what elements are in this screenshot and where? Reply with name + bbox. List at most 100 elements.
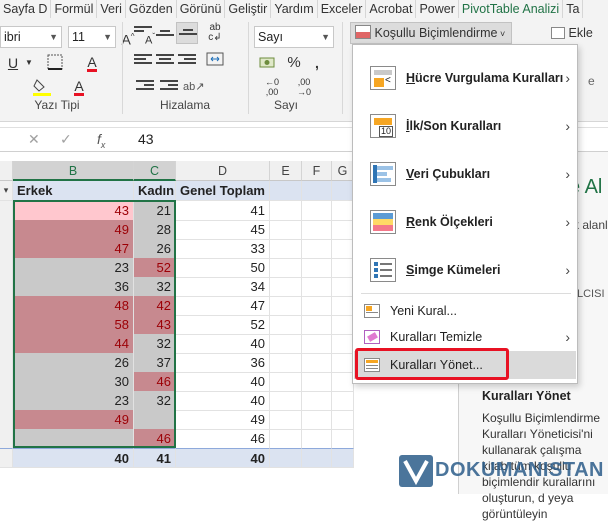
row-header[interactable]: ▾ bbox=[0, 181, 13, 201]
empty-cell[interactable] bbox=[302, 239, 332, 259]
table-cell[interactable]: 44 bbox=[13, 334, 134, 354]
row-header[interactable] bbox=[0, 372, 13, 392]
ribbon-tab[interactable]: Ta bbox=[563, 0, 584, 18]
empty-cell[interactable] bbox=[302, 353, 332, 373]
empty-cell[interactable] bbox=[332, 334, 354, 354]
row-header[interactable] bbox=[0, 353, 13, 373]
empty-cell[interactable] bbox=[302, 429, 332, 449]
empty-cell[interactable] bbox=[302, 334, 332, 354]
ribbon-tab[interactable]: Sayfa D bbox=[0, 0, 52, 18]
orientation-button[interactable]: ab↗ bbox=[182, 76, 204, 98]
row-header[interactable] bbox=[0, 315, 13, 335]
menu-item-manage-rules[interactable]: Kuralları Yönet... bbox=[354, 351, 576, 379]
table-cell[interactable]: 40 bbox=[176, 334, 270, 354]
row-header[interactable] bbox=[0, 410, 13, 430]
empty-cell[interactable] bbox=[270, 391, 302, 411]
row-header[interactable] bbox=[0, 296, 13, 316]
empty-cell[interactable] bbox=[302, 220, 332, 240]
select-all-corner[interactable] bbox=[0, 161, 13, 181]
empty-cell[interactable] bbox=[332, 410, 354, 430]
empty-cell[interactable] bbox=[302, 181, 332, 201]
menu-item-clear-rules[interactable]: Kuralları Temizle › bbox=[354, 325, 576, 349]
empty-cell[interactable] bbox=[270, 258, 302, 278]
chevron-down-icon[interactable]: ▼ bbox=[321, 27, 330, 47]
ribbon-tab[interactable]: Geliştir bbox=[225, 0, 272, 18]
table-cell[interactable]: 34 bbox=[176, 277, 270, 297]
row-header[interactable] bbox=[0, 201, 13, 221]
table-cell[interactable]: 43 bbox=[13, 201, 134, 221]
ribbon-tab[interactable]: Formül bbox=[51, 0, 98, 18]
fill-color-button[interactable] bbox=[28, 76, 58, 98]
font-color-button[interactable]: A bbox=[78, 52, 106, 74]
increase-decimal-button[interactable]: ←0,00 bbox=[258, 76, 286, 98]
ribbon-tab[interactable]: Görünü bbox=[177, 0, 226, 18]
empty-cell[interactable] bbox=[332, 353, 354, 373]
table-cell[interactable]: 48 bbox=[13, 296, 134, 316]
empty-cell[interactable] bbox=[302, 277, 332, 297]
table-cell[interactable]: 47 bbox=[13, 239, 134, 259]
empty-cell[interactable] bbox=[270, 448, 302, 468]
insert-function-icon[interactable]: fx bbox=[97, 131, 105, 150]
number-format-combo[interactable]: Sayı ▼ bbox=[254, 26, 334, 48]
formula-input[interactable]: 43 bbox=[138, 131, 154, 147]
row-header[interactable] bbox=[0, 258, 13, 278]
row-header[interactable] bbox=[0, 391, 13, 411]
empty-cell[interactable] bbox=[332, 315, 354, 335]
table-cell[interactable]: 52 bbox=[176, 315, 270, 335]
align-left-icon[interactable] bbox=[134, 54, 152, 68]
empty-cell[interactable] bbox=[270, 334, 302, 354]
empty-cell[interactable] bbox=[270, 429, 302, 449]
table-cell[interactable]: 58 bbox=[13, 315, 134, 335]
align-bottom-button[interactable] bbox=[176, 22, 198, 44]
wrap-text-button[interactable]: ab c↲ bbox=[204, 22, 226, 44]
chevron-down-icon[interactable]: ▼ bbox=[49, 27, 58, 47]
empty-cell[interactable] bbox=[270, 353, 302, 373]
empty-cell[interactable] bbox=[302, 391, 332, 411]
table-cell[interactable]: 28 bbox=[134, 220, 176, 240]
empty-cell[interactable] bbox=[332, 429, 354, 449]
chevron-down-icon[interactable]: ▼ bbox=[24, 52, 34, 74]
ribbon-tab[interactable]: Yardım bbox=[271, 0, 318, 18]
decrease-indent-icon[interactable] bbox=[136, 80, 154, 94]
col-header-g[interactable]: G bbox=[332, 161, 354, 181]
empty-cell[interactable] bbox=[270, 220, 302, 240]
col-header-f[interactable]: F bbox=[302, 161, 332, 181]
table-cell[interactable]: 47 bbox=[176, 296, 270, 316]
pivot-header-cell[interactable]: Genel Toplam bbox=[176, 181, 270, 201]
increase-indent-icon[interactable] bbox=[160, 80, 178, 94]
table-cell[interactable] bbox=[134, 410, 176, 430]
empty-cell[interactable] bbox=[302, 258, 332, 278]
menu-item-icon-sets[interactable]: Simge Kümeleri › bbox=[354, 251, 576, 289]
percent-button[interactable]: % bbox=[284, 52, 304, 74]
table-cell[interactable]: 37 bbox=[134, 353, 176, 373]
insert-button[interactable]: Ekle bbox=[546, 22, 606, 44]
empty-cell[interactable] bbox=[302, 410, 332, 430]
empty-cell[interactable] bbox=[270, 201, 302, 221]
align-right-icon[interactable] bbox=[178, 54, 196, 68]
empty-cell[interactable] bbox=[270, 410, 302, 430]
align-middle-icon[interactable] bbox=[156, 30, 174, 44]
table-cell[interactable]: 36 bbox=[176, 353, 270, 373]
empty-cell[interactable] bbox=[332, 448, 354, 468]
enter-icon[interactable]: ✓ bbox=[60, 131, 72, 148]
borders-button[interactable] bbox=[38, 52, 72, 74]
accounting-format-button[interactable] bbox=[256, 54, 278, 76]
total-cell[interactable]: 40 bbox=[13, 448, 134, 468]
menu-item-new-rule[interactable]: Yeni Kural... bbox=[354, 299, 576, 323]
font-color-button-2[interactable]: A bbox=[64, 76, 94, 98]
decrease-decimal-button[interactable]: ,00 →0 bbox=[290, 76, 318, 98]
empty-cell[interactable] bbox=[332, 181, 354, 201]
empty-cell[interactable] bbox=[270, 372, 302, 392]
ribbon-tab[interactable]: Veri bbox=[97, 0, 126, 18]
table-cell[interactable]: 36 bbox=[13, 277, 134, 297]
row-header[interactable] bbox=[0, 448, 13, 468]
empty-cell[interactable] bbox=[332, 372, 354, 392]
col-header-c[interactable]: C bbox=[134, 161, 176, 181]
empty-cell[interactable] bbox=[332, 239, 354, 259]
menu-item-top-bottom-rules[interactable]: 10 İlk/Son Kuralları › bbox=[354, 107, 576, 145]
table-cell[interactable]: 23 bbox=[13, 391, 134, 411]
empty-cell[interactable] bbox=[332, 258, 354, 278]
table-cell[interactable]: 49 bbox=[176, 410, 270, 430]
table-cell[interactable]: 45 bbox=[176, 220, 270, 240]
ribbon-tab[interactable]: PivotTable Analizi bbox=[459, 0, 564, 18]
